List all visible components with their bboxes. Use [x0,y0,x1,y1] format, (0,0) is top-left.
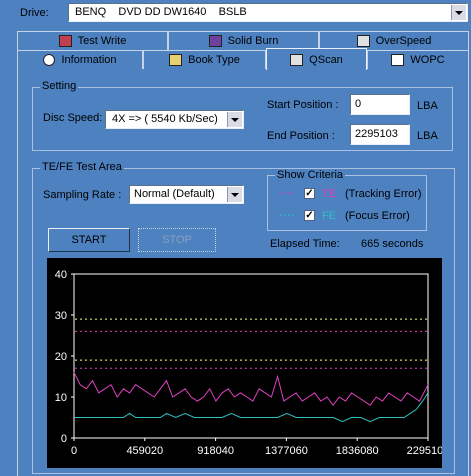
y-tick-label: 0 [61,433,67,445]
sampling-rate-dropdown-button[interactable] [227,187,242,202]
solid-burn-icon [208,35,222,47]
drive-dropdown-button[interactable] [451,5,466,20]
te-code: TE [322,188,337,200]
tab-label: OverSpeed [375,35,432,47]
disc-speed-label: Disc Speed: [43,112,103,124]
x-tick-label: 0 [71,445,77,457]
tab-label: Information [61,54,117,66]
x-tick-label: 459020 [126,445,163,457]
start-position-value: 0 [355,98,362,110]
elapsed-time-value: 665 seconds [361,238,424,250]
y-tick-label: 20 [55,351,67,363]
sampling-rate-value: Normal (Default) [134,188,215,200]
drive-select-value: BENQ DVD DD DW1640 BSLB [75,6,247,18]
fe-legend-line [280,214,294,216]
fe-checkbox[interactable]: ✓ [304,210,315,221]
tefe-group-title: TE/FE Test Area [40,161,124,173]
elapsed-time-label: Elapsed Time: [270,238,340,250]
tab-label: Book Type [188,54,240,66]
fe-description: (Focus Error) [345,210,410,222]
tab-test-write[interactable]: Test Write [17,31,168,50]
show-criteria-group [267,175,427,231]
disc-speed-dropdown-button[interactable] [227,112,242,127]
stop-button[interactable]: STOP [138,228,216,252]
test-write-icon [58,35,72,47]
tab-label: Solid Burn [227,35,279,47]
te-description: (Tracking Error) [345,188,422,200]
sampling-rate-label: Sampling Rate : [43,189,122,201]
sampling-rate-select[interactable]: Normal (Default) [129,185,244,204]
end-position-input[interactable]: 2295103 [350,124,410,145]
disc-speed-select[interactable]: 4X => ( 5540 Kb/Sec) [105,110,244,129]
end-position-value: 2295103 [355,128,398,140]
start-position-unit: LBA [417,100,438,112]
te-checkbox[interactable]: ✓ [304,188,315,199]
tab-label: Test Write [77,35,127,47]
start-button[interactable]: START [48,228,130,252]
drive-label: Drive: [20,7,49,19]
te-legend-line [280,192,294,194]
x-tick-label: 2295103 [407,445,442,457]
x-tick-label: 1377060 [265,445,308,457]
end-position-unit: LBA [417,130,438,142]
setting-group-title: Setting [40,80,79,92]
chevron-down-icon [231,117,239,122]
info-icon [43,54,56,66]
x-tick-label: 1836080 [336,445,379,457]
x-tick-label: 918040 [197,445,234,457]
fe-code: FE [322,210,337,222]
y-tick-label: 10 [55,392,67,404]
tab-wopc[interactable]: WOPC [367,50,469,69]
overspeed-icon [356,35,370,47]
show-criteria-title: Show Criteria [275,169,346,181]
chart-background [47,258,442,468]
tab-book-type[interactable]: Book Type [143,50,266,69]
chevron-down-icon [455,10,463,15]
chevron-down-icon [231,192,239,197]
tab-qscan[interactable]: QScan [266,48,367,70]
drive-select[interactable]: BENQ DVD DD DW1640 BSLB [68,3,468,22]
book-icon [169,54,183,66]
y-tick-label: 40 [55,269,67,281]
end-position-label: End Position : [267,130,335,142]
wopc-icon [391,54,405,66]
start-position-label: Start Position : [267,99,339,111]
start-position-input[interactable]: 0 [350,94,410,115]
tab-information[interactable]: Information [17,50,143,69]
tab-label: QScan [309,53,343,66]
tab-label: WOPC [410,54,445,66]
disc-speed-value: 4X => ( 5540 Kb/Sec) [112,113,218,125]
y-tick-label: 30 [55,310,67,322]
tefe-chart: 0 10 20 30 40 0 459020 918040 1377060 1836080 2295… [47,258,442,468]
qscan-icon [290,53,304,66]
